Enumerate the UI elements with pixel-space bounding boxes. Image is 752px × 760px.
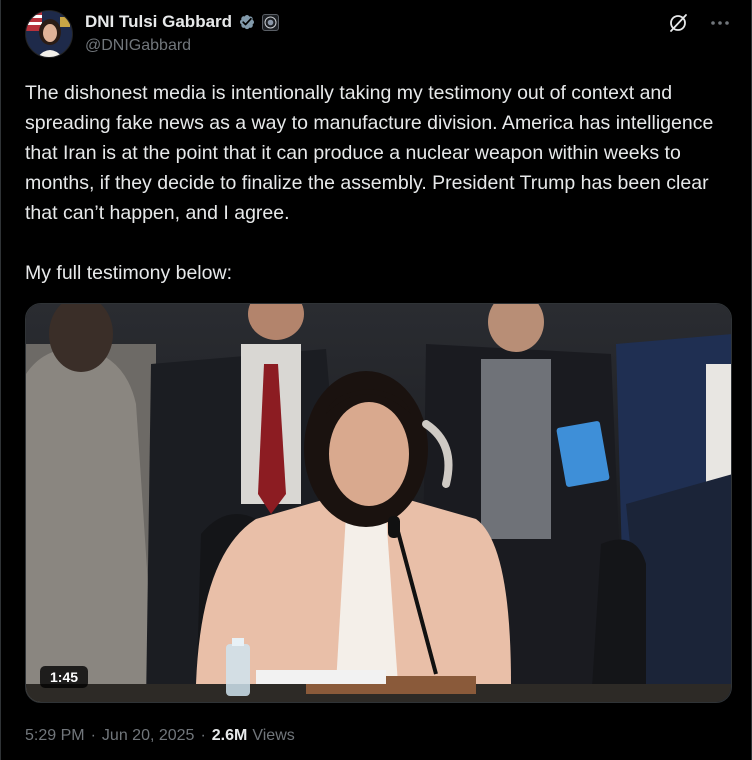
grok-icon[interactable] [667, 12, 689, 34]
author-name-row: DNI Tulsi Gabbard [85, 12, 280, 32]
tweet-header: DNI Tulsi Gabbard @DNIGabbard [25, 8, 733, 60]
verified-badge-icon[interactable] [237, 12, 257, 32]
tweet-meta: 5:29 PM · Jun 20, 2025 · 2.6M Views [25, 727, 295, 745]
video-duration-badge: 1:45 [40, 666, 89, 688]
tweet-card: DNI Tulsi Gabbard @DNIGabbard The dishon… [0, 0, 752, 760]
tweet-text: The dishonest media is intentionally tak… [25, 82, 714, 284]
more-options-icon[interactable] [709, 12, 731, 34]
video-player[interactable]: 1:45 [25, 303, 732, 703]
avatar-image [26, 11, 72, 57]
author-display-name[interactable]: DNI Tulsi Gabbard [85, 12, 232, 32]
government-seal-icon[interactable] [262, 13, 280, 31]
meta-separator: · [90, 727, 96, 744]
tweet-time[interactable]: 5:29 PM [25, 727, 85, 745]
meta-separator: · [200, 727, 206, 744]
views-label: Views [252, 727, 295, 744]
author-handle[interactable]: @DNIGabbard [85, 37, 191, 55]
views-count[interactable]: 2.6M [212, 727, 248, 745]
tweet-date[interactable]: Jun 20, 2025 [102, 727, 195, 745]
avatar[interactable] [25, 10, 73, 58]
video-thumbnail [26, 304, 731, 702]
